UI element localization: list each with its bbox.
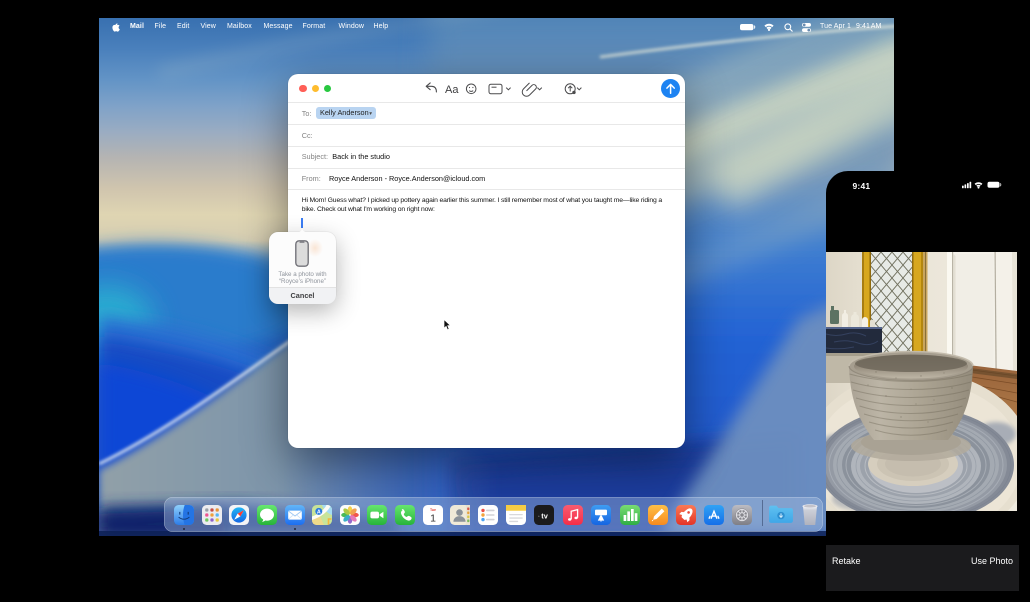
svg-text:Tue: Tue bbox=[429, 508, 435, 512]
svg-text:1: 1 bbox=[430, 512, 436, 524]
svg-text:tv: tv bbox=[541, 512, 548, 521]
svg-text:A: A bbox=[317, 509, 321, 515]
